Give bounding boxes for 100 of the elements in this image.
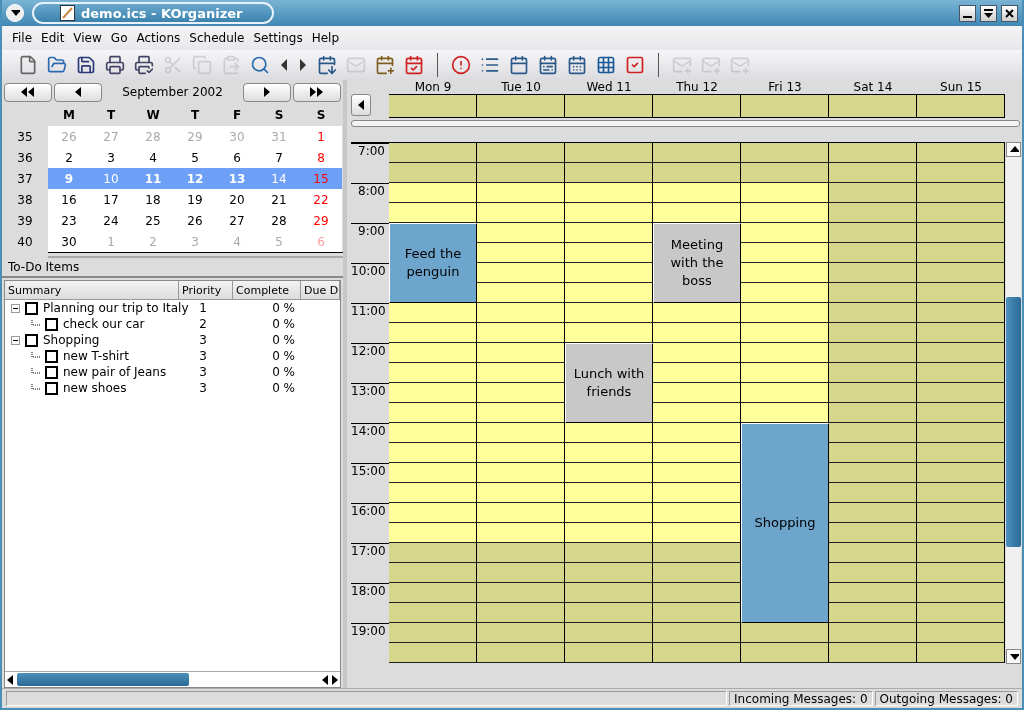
time-slot[interactable] [829, 223, 917, 243]
menu-item[interactable]: Edit [41, 31, 65, 45]
time-slot[interactable] [389, 603, 477, 623]
all-day-cell[interactable] [829, 94, 917, 118]
grid-icon[interactable] [596, 55, 616, 75]
time-slot[interactable] [653, 543, 741, 563]
time-slot[interactable] [389, 143, 477, 163]
time-slot[interactable] [653, 463, 741, 483]
time-slot[interactable] [389, 483, 477, 503]
time-slot[interactable] [917, 623, 1005, 643]
time-slot[interactable] [653, 523, 741, 543]
time-slot[interactable] [565, 163, 653, 183]
previous-year-button[interactable] [4, 82, 52, 102]
calendar-day[interactable]: 21 [258, 189, 300, 210]
calendar-day[interactable]: 28 [258, 210, 300, 231]
calendar-day[interactable]: 3 [90, 147, 132, 168]
time-slot[interactable] [477, 383, 565, 403]
time-slot[interactable] [389, 503, 477, 523]
time-slot[interactable] [565, 303, 653, 323]
alert-icon[interactable] [451, 55, 471, 75]
next-month-button[interactable] [243, 82, 291, 102]
time-slot[interactable] [917, 323, 1005, 343]
time-slot[interactable] [477, 363, 565, 383]
time-slot[interactable] [917, 263, 1005, 283]
right-arrow-icon[interactable] [298, 58, 308, 72]
time-slot[interactable] [389, 563, 477, 583]
time-slot[interactable] [389, 463, 477, 483]
scrollbar-thumb[interactable] [1006, 297, 1021, 547]
time-slot[interactable] [829, 483, 917, 503]
menu-item[interactable]: Settings [253, 31, 303, 45]
checkbox-icon[interactable] [625, 55, 645, 75]
time-slot[interactable] [917, 143, 1005, 163]
time-slot[interactable] [741, 403, 829, 423]
column-header[interactable]: Due D [301, 281, 340, 300]
time-slot[interactable] [917, 603, 1005, 623]
time-slot[interactable] [917, 443, 1005, 463]
time-slot[interactable] [653, 563, 741, 583]
time-slot[interactable] [917, 483, 1005, 503]
calendar-day[interactable]: 6 [216, 147, 258, 168]
time-slot[interactable] [917, 423, 1005, 443]
next-year-button[interactable] [293, 82, 341, 102]
calendar-event[interactable]: Meeting with the boss [653, 223, 741, 303]
time-slot[interactable] [389, 623, 477, 643]
left-arrow-icon[interactable] [279, 58, 289, 72]
time-slot[interactable] [477, 283, 565, 303]
checkbox[interactable] [25, 301, 38, 315]
time-slot[interactable] [653, 583, 741, 603]
time-slot[interactable] [653, 143, 741, 163]
folder-icon[interactable] [47, 55, 67, 75]
calendar-day[interactable]: 1 [300, 126, 342, 147]
calendar-day[interactable]: 8 [300, 147, 342, 168]
time-slot[interactable] [917, 503, 1005, 523]
time-slot[interactable] [741, 323, 829, 343]
calendar-day[interactable]: 19 [174, 189, 216, 210]
time-slot[interactable] [829, 563, 917, 583]
time-slot[interactable] [917, 363, 1005, 383]
time-slot[interactable] [565, 183, 653, 203]
time-slot[interactable] [741, 183, 829, 203]
calendar-event[interactable]: Lunch with friends [565, 343, 653, 423]
column-header[interactable]: Summary [5, 281, 179, 300]
time-slot[interactable] [653, 443, 741, 463]
minimize-button[interactable] [959, 4, 976, 22]
time-slot[interactable] [653, 363, 741, 383]
time-slot[interactable] [653, 303, 741, 323]
scroll-up-button[interactable] [1006, 142, 1021, 157]
calendar-icon[interactable] [538, 55, 558, 75]
time-slot[interactable] [477, 343, 565, 363]
vertical-scrollbar[interactable] [1006, 142, 1021, 664]
horizontal-scrollbar[interactable] [5, 671, 340, 687]
checkbox[interactable] [45, 365, 58, 379]
time-slot[interactable] [653, 183, 741, 203]
calendar-icon[interactable] [375, 55, 395, 75]
time-slot[interactable] [741, 283, 829, 303]
all-day-cell[interactable] [389, 94, 477, 118]
time-slot[interactable] [829, 163, 917, 183]
time-slot[interactable] [829, 543, 917, 563]
time-slot[interactable] [477, 243, 565, 263]
time-slot[interactable] [741, 223, 829, 243]
calendar-event[interactable]: Feed the penguin [389, 223, 477, 303]
time-slot[interactable] [477, 523, 565, 543]
time-slot[interactable] [477, 623, 565, 643]
all-day-cell[interactable] [477, 94, 565, 118]
time-slot[interactable] [565, 623, 653, 643]
calendar-event[interactable]: Shopping [741, 423, 829, 623]
time-slot[interactable] [829, 643, 917, 663]
time-slot[interactable] [917, 543, 1005, 563]
calendar-day[interactable]: 30 [48, 231, 90, 252]
time-slot[interactable] [477, 463, 565, 483]
time-slot[interactable] [653, 203, 741, 223]
time-slot[interactable] [653, 383, 741, 403]
scroll-down-button[interactable] [1006, 649, 1021, 664]
time-slot[interactable] [565, 243, 653, 263]
time-slot[interactable] [829, 603, 917, 623]
time-slot[interactable] [741, 243, 829, 263]
calendar-day[interactable]: 25 [132, 210, 174, 231]
menu-item[interactable]: Actions [136, 31, 181, 45]
time-slot[interactable] [565, 263, 653, 283]
calendar-day[interactable]: 29 [300, 210, 342, 231]
time-slot[interactable] [829, 383, 917, 403]
time-slot[interactable] [653, 323, 741, 343]
